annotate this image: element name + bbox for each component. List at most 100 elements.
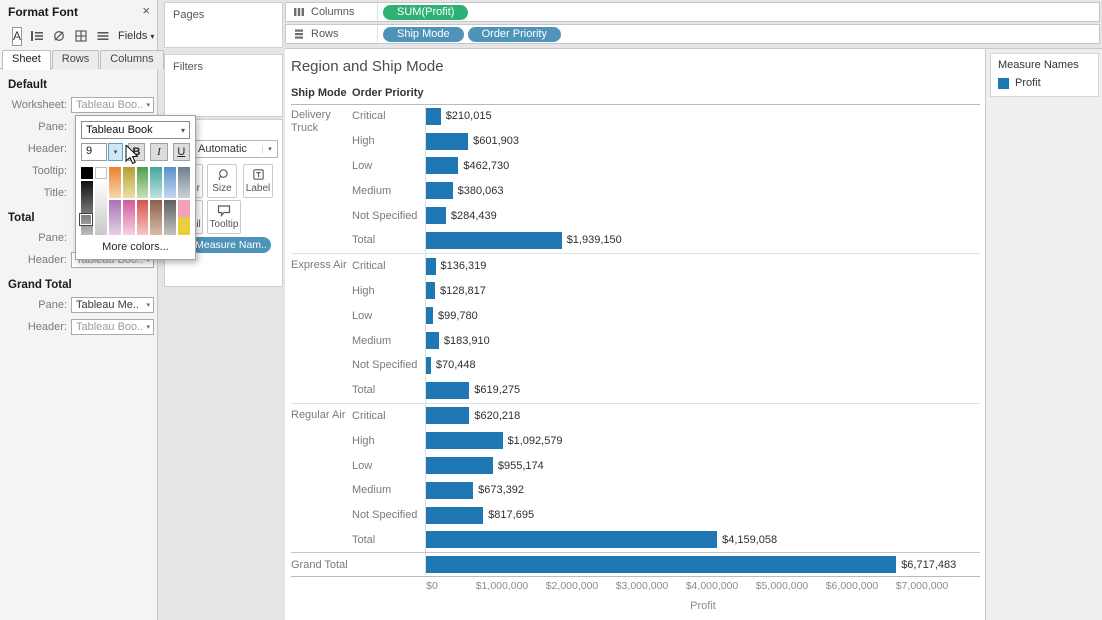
tab-rows[interactable]: Rows (51, 50, 100, 69)
profit-bar[interactable] (426, 457, 493, 475)
profit-bar[interactable] (426, 381, 470, 399)
chart-row: Critical $210,015 (291, 104, 980, 129)
bar-cell: $136,319 (426, 254, 980, 279)
profit-bar[interactable] (426, 531, 718, 549)
color-ramp[interactable] (122, 167, 135, 198)
format-row-label: Pane: (38, 121, 67, 133)
font-size-input[interactable]: 9 (81, 143, 108, 161)
color-ramp[interactable] (178, 200, 190, 235)
italic-button[interactable]: I (150, 143, 168, 161)
legend-item[interactable]: Profit (991, 71, 1098, 89)
field-pill[interactable]: SUM(Profit) (383, 4, 469, 20)
color-swatch[interactable] (81, 167, 93, 179)
legend-color-swatch (998, 77, 1009, 89)
font-icon[interactable]: A (12, 26, 23, 46)
borders-icon[interactable] (74, 29, 88, 44)
profit-bar[interactable] (426, 282, 435, 300)
shading-icon[interactable] (52, 29, 66, 44)
label-button[interactable]: Label (243, 164, 273, 198)
profit-bar[interactable] (426, 107, 441, 125)
profit-bar[interactable] (426, 407, 470, 425)
font-select-dropdown[interactable]: Tableau Me.. ▾ (71, 297, 154, 313)
color-ramp[interactable] (136, 200, 149, 235)
font-family-dropdown[interactable]: Tableau Book ▾ (81, 121, 190, 139)
underline-button[interactable]: U (172, 143, 191, 161)
order-priority-label: Medium (352, 334, 392, 347)
order-priority-label: Low (352, 309, 373, 322)
color-ramp[interactable] (164, 200, 177, 235)
tab-sheet[interactable]: Sheet (2, 50, 51, 70)
profit-bar[interactable] (426, 207, 446, 225)
font-select-dropdown[interactable]: Tableau Boo.. ▾ (71, 319, 154, 335)
tooltip-button[interactable]: Tooltip (207, 200, 241, 234)
fields-menu-button[interactable]: Fields ▾ (118, 30, 154, 42)
x-axis-tick-label: $1,000,000 (475, 580, 529, 592)
profit-bar[interactable] (426, 506, 484, 524)
field-pill[interactable]: Order Priority (467, 26, 561, 42)
bar-value-label: $136,319 (440, 260, 487, 273)
color-ramp[interactable] (136, 167, 149, 198)
bar-value-label: $619,275 (474, 384, 521, 397)
ship-mode-column-header[interactable]: Ship Mode (291, 87, 347, 99)
profit-bar[interactable] (426, 132, 469, 150)
label-button-label: Label (245, 183, 271, 194)
color-ramp[interactable] (150, 200, 163, 235)
bar-value-label: $284,439 (450, 209, 497, 222)
x-axis-tick-label: $5,000,000 (755, 580, 809, 592)
bar-value-label: $380,063 (457, 184, 504, 197)
profit-bar[interactable] (426, 332, 439, 350)
profit-bar[interactable] (426, 556, 897, 574)
profit-bar[interactable] (426, 257, 436, 275)
format-tabs: Sheet Rows Columns (0, 50, 164, 70)
profit-bar[interactable] (426, 481, 474, 499)
chart-row: High $1,092,579 (291, 428, 980, 453)
palette-column-2 (136, 167, 149, 235)
more-colors-link[interactable]: More colors... (81, 241, 190, 253)
rows-shelf[interactable]: Rows Ship Mode Order Priority (285, 24, 1100, 44)
measure-names-legend: Measure Names Profit (990, 53, 1099, 97)
format-row: Header: Tableau Boo.. ▾ (0, 316, 157, 338)
close-icon[interactable]: × (142, 3, 150, 18)
bar-cell: $817,695 (426, 503, 980, 528)
bar-value-label: $955,174 (497, 459, 544, 472)
color-ramp[interactable] (164, 167, 177, 198)
order-priority-label: Low (352, 159, 373, 172)
chevron-down-icon: ▾ (180, 125, 185, 135)
bar-value-label: $601,903 (473, 135, 519, 148)
color-ramp[interactable] (79, 181, 93, 235)
color-ramp[interactable] (108, 200, 121, 235)
profit-bar[interactable] (426, 307, 433, 325)
font-size-dropdown-button[interactable]: ▾ (108, 143, 123, 161)
order-priority-label: Total (352, 234, 376, 247)
profit-bar[interactable] (426, 157, 459, 175)
bar-cell: $620,218 (426, 404, 980, 429)
pages-card: Pages (164, 2, 283, 48)
color-ramp[interactable] (178, 167, 190, 198)
lines-icon[interactable] (96, 29, 110, 44)
order-priority-label: Not Specified (352, 359, 418, 372)
color-ramp[interactable] (108, 167, 121, 198)
bar-value-label: $620,218 (474, 409, 521, 422)
measure-names-pill[interactable]: Measure Nam.. (191, 237, 271, 253)
color-swatch[interactable] (94, 167, 107, 179)
color-ramp[interactable] (150, 167, 163, 198)
chart-row: Critical $620,218 (291, 404, 980, 429)
field-pill[interactable]: Ship Mode (383, 26, 464, 42)
font-select-dropdown[interactable]: Tableau Boo.. ▾ (71, 97, 154, 113)
color-ramp[interactable] (122, 200, 135, 235)
profit-bar[interactable] (426, 182, 453, 200)
profit-bar[interactable] (426, 231, 562, 249)
color-ramp[interactable] (94, 181, 107, 235)
chart-row: Total $619,275 (291, 378, 980, 403)
format-section-heading: Default (8, 79, 47, 91)
columns-shelf[interactable]: Columns SUM(Profit) (285, 2, 1100, 22)
size-button[interactable]: Size (207, 164, 237, 198)
tab-columns[interactable]: Columns (100, 50, 164, 69)
bar-cell: $284,439 (426, 203, 980, 228)
font-family-value: Tableau Book (86, 124, 153, 136)
profit-bar[interactable] (426, 356, 431, 374)
order-priority-column-header[interactable]: Order Priority (352, 87, 424, 99)
chevron-down-icon: ▾ (146, 102, 150, 109)
profit-bar[interactable] (426, 432, 503, 450)
alignment-icon[interactable] (30, 29, 44, 44)
